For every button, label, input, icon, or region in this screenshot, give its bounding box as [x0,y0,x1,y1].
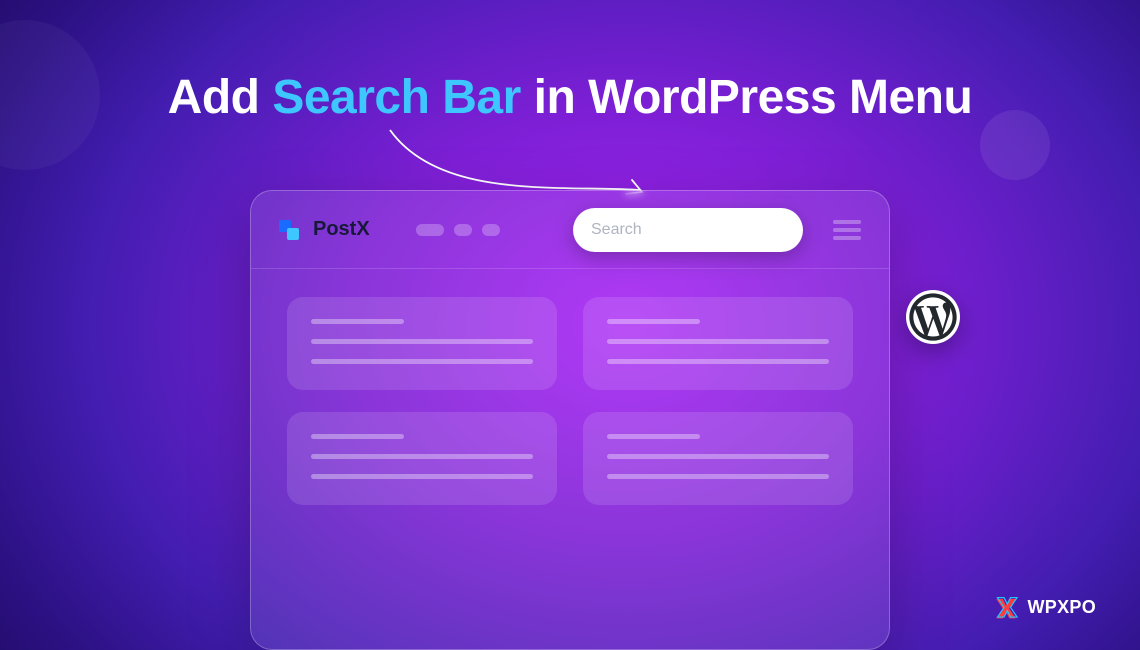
content-card [287,412,557,505]
nav-item-placeholder[interactable] [482,224,500,236]
skeleton-line [311,339,533,344]
hamburger-menu-icon[interactable] [833,220,861,240]
headline-prefix: Add [168,71,273,124]
content-card [583,412,853,505]
wordpress-icon [908,292,958,342]
skeleton-line [311,434,404,439]
content-card [583,297,853,390]
content-card [287,297,557,390]
headline: Add Search Bar in WordPress Menu [0,70,1140,125]
wordpress-badge [906,290,960,344]
site-brand-label: PostX [313,218,370,241]
mock-browser-window: PostX [250,190,890,650]
footer-brand: WPXPO [993,594,1096,620]
skeleton-line [607,359,829,364]
postx-logo-icon [279,218,305,242]
headline-suffix: in WordPress Menu [521,71,973,124]
skeleton-line [311,454,533,459]
nav-item-placeholder[interactable] [454,224,472,236]
top-bar: PostX [251,191,889,269]
skeleton-line [607,339,829,344]
headline-accent: Search Bar [272,71,520,124]
search-input[interactable] [573,221,803,239]
skeleton-line [607,454,829,459]
skeleton-line [311,359,533,364]
skeleton-line [607,434,700,439]
content-grid [251,269,889,533]
site-brand[interactable]: PostX [279,218,370,242]
footer-brand-label: WPXPO [1027,597,1096,618]
skeleton-line [311,319,404,324]
skeleton-line [311,474,533,479]
wpxpo-logo-icon [993,594,1019,620]
skeleton-line [607,319,700,324]
nav-placeholder [416,224,500,236]
search-bar[interactable] [573,208,803,252]
nav-item-placeholder[interactable] [416,224,444,236]
skeleton-line [607,474,829,479]
